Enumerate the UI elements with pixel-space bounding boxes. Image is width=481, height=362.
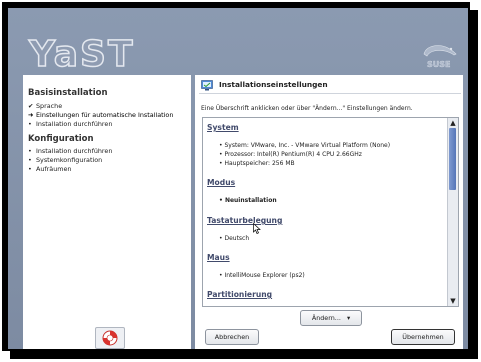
suse-logo: SUSE [423,45,457,69]
item-text: System: VMware, Inc. - VMware Virtual Pl… [224,142,391,149]
scroll-up-arrow-icon[interactable]: ▲ [448,118,458,128]
heading-maus[interactable]: Maus [207,253,230,262]
accept-button-label: Übernehmen [402,333,444,341]
cancel-button[interactable]: Abbrechen [205,329,259,345]
heading-partitionierung[interactable]: Partitionierung [207,290,272,299]
dialog-title: Installationseinstellungen [219,80,328,89]
summary-item: • System: VMware, Inc. - VMware Virtual … [219,142,391,149]
cancel-button-label: Abbrechen [214,333,250,341]
bullet-icon: • [28,156,32,164]
summary-item: • Neuinstallation [219,197,277,204]
heading-system[interactable]: System [207,123,239,132]
summary-item: • Deutsch [219,235,250,242]
item-text: Hauptspeicher: 256 MB [224,160,295,167]
yast-screen: YaST SUSE Basisinstallation ✔ Sprache ➜ Ei… [8,8,468,349]
heading-tastaturbelegung[interactable]: Tastaturbelegung [207,216,282,225]
change-button[interactable]: Ändern... ▾ [300,310,362,326]
check-icon: ✔ [28,102,34,110]
heading-modus[interactable]: Modus [207,178,235,187]
accept-button[interactable]: Übernehmen [391,329,455,345]
arrow-right-icon: ➜ [28,111,34,119]
change-button-label: Ändern... [311,314,341,322]
vm-frame: YaST SUSE Basisinstallation ✔ Sprache ➜ Ei… [2,2,470,351]
step-systemkonfiguration: • Systemkonfiguration [28,156,102,164]
step-label: Sprache [36,102,63,110]
item-text: Prozessor: Intel(R) Pentium(R) 4 CPU 2.6… [224,151,362,158]
section-konfiguration: Konfiguration [28,134,94,144]
main-dialog: Installationseinstellungen Eine Überschr… [195,75,463,349]
step-einstellungen: ➜ Einstellungen für automatische Installa… [28,111,173,119]
step-label: Installation durchführen [36,147,113,155]
summary-item: • Prozessor: Intel(R) Pentium(R) 4 CPU 2… [219,151,362,158]
item-text: Deutsch [224,235,250,242]
summary-scrollbar[interactable]: ▲ ▼ [447,118,458,306]
sidebar: Basisinstallation ✔ Sprache ➜ Einstellunge… [23,75,191,349]
dialog-header: Installationseinstellungen [199,79,461,94]
step-installation: • Installation durchführen [28,120,112,128]
bullet-icon: • [28,165,32,173]
help-button[interactable] [95,327,125,349]
summary-content: System • System: VMware, Inc. - VMware V… [205,120,448,304]
summary-item: • Hauptspeicher: 256 MB [219,160,295,167]
step-label: Installation durchführen [36,120,113,128]
step-aufraeumen: • Aufräumen [28,165,71,173]
yast-logo: YaST [28,33,135,76]
scroll-thumb[interactable] [449,128,456,190]
step-label: Systemkonfiguration [36,156,103,164]
bullet-icon: • [28,120,32,128]
step-label: Aufräumen [36,165,72,173]
section-basisinstallation: Basisinstallation [28,88,108,98]
item-text: IntelliMouse Explorer (ps2) [224,272,305,279]
item-text: Neuinstallation [224,197,277,204]
step-sprache: ✔ Sprache [28,102,62,110]
bullet-icon: • [28,147,32,155]
svg-text:SUSE: SUSE [427,60,450,69]
lifebuoy-icon [102,330,118,346]
step-label: Einstellungen für automatische Installat… [36,111,174,119]
monitor-icon [201,80,213,91]
step-installation-2: • Installation durchführen [28,147,112,155]
scroll-down-arrow-icon[interactable]: ▼ [448,296,458,306]
installation-summary[interactable]: System • System: VMware, Inc. - VMware V… [202,117,459,307]
instruction-text: Eine Überschrift anklicken oder über "Än… [201,105,413,112]
summary-item: • IntelliMouse Explorer (ps2) [219,272,305,279]
dropdown-arrow-icon: ▾ [346,314,351,322]
mouse-pointer-icon [253,223,261,234]
